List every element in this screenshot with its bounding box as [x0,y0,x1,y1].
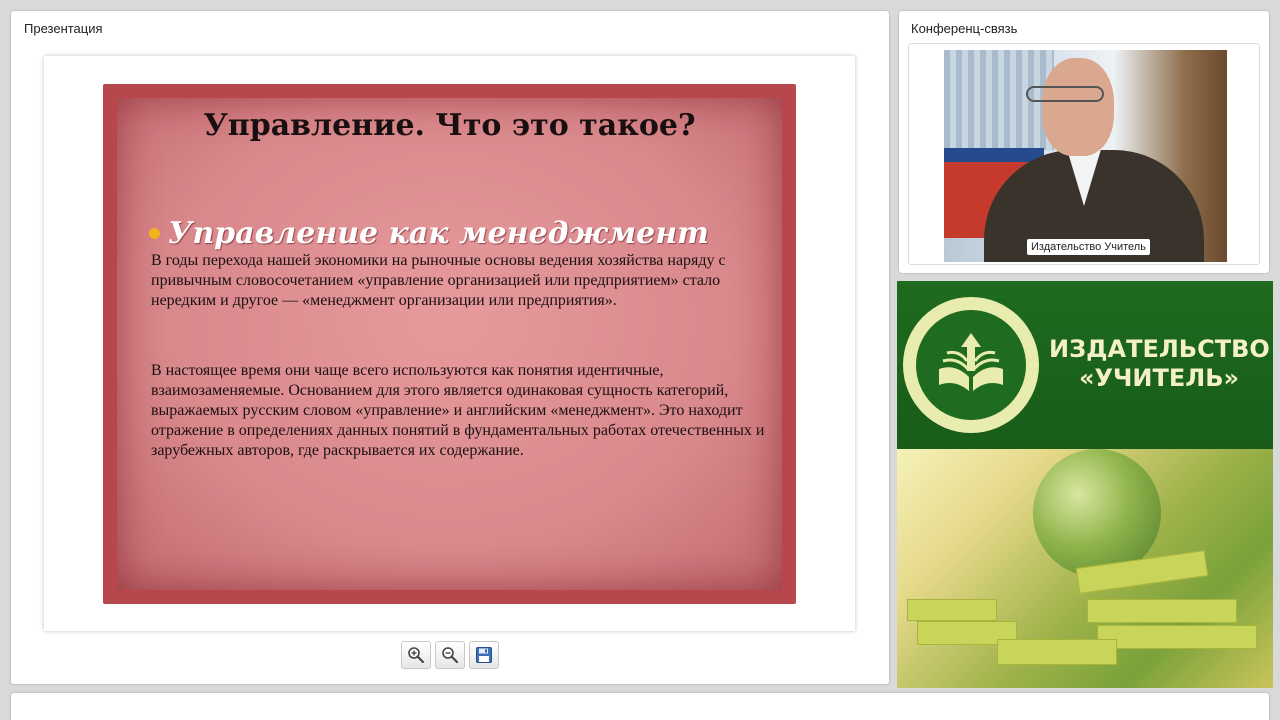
bottom-panel [11,693,1269,720]
speaker-glasses [1026,86,1104,102]
magnifier-minus-icon [442,647,459,664]
zoom-out-button[interactable] [435,641,465,669]
publisher-name-line-1: ИЗДАТЕЛЬСТВО [1049,335,1270,363]
webcam-video[interactable]: Издательство Учитель [944,50,1227,262]
book-illustration [1087,599,1237,623]
publisher-banner: ИЗДАТЕЛЬСТВО «УЧИТЕЛЬ» [897,281,1273,688]
publisher-name-line-2: «УЧИТЕЛЬ» [1079,364,1239,392]
slide-paragraph-2: В настоящее время они чаще всего использ… [151,362,765,459]
publisher-logo-inner [913,307,1029,423]
bullet-dot-icon [149,228,160,239]
presentation-panel-title: Презентация [24,21,103,36]
book-illustration [1097,625,1257,649]
open-book-emblem-icon [939,333,1003,391]
slide: Управление. Что это такое? Управление ка… [103,84,796,604]
publisher-name: ИЗДАТЕЛЬСТВО «УЧИТЕЛЬ» [1049,335,1270,393]
slide-bullet-text: Управление как менеджмент [168,216,709,251]
slide-paragraph-1: В годы перехода нашей экономики на рыноч… [151,252,726,309]
publisher-banner-image [897,449,1273,688]
floppy-disk-icon [476,647,492,663]
zoom-in-button[interactable] [401,641,431,669]
publisher-logo [903,297,1039,433]
magnifier-plus-icon [408,647,425,664]
wall-poster-stripe [944,148,1044,162]
conference-panel: Конференц-связь Издательство Учитель [899,11,1269,273]
publisher-banner-header: ИЗДАТЕЛЬСТВО «УЧИТЕЛЬ» [897,281,1273,449]
book-illustration [907,599,997,621]
conference-panel-title: Конференц-связь [911,21,1018,36]
slide-viewport: Управление. Что это такое? Управление ка… [44,56,855,631]
slide-bullet: Управление как менеджмент [149,216,709,251]
video-participant-label: Издательство Учитель [1027,239,1150,255]
slide-title: Управление. Что это такое? [203,108,696,143]
save-button[interactable] [469,641,499,669]
video-container: Издательство Учитель [908,43,1260,265]
presentation-toolbar [401,641,499,669]
speaker-head [1042,58,1114,156]
presentation-panel: Презентация Управление. Что это такое? У… [11,11,889,684]
book-illustration [997,639,1117,665]
